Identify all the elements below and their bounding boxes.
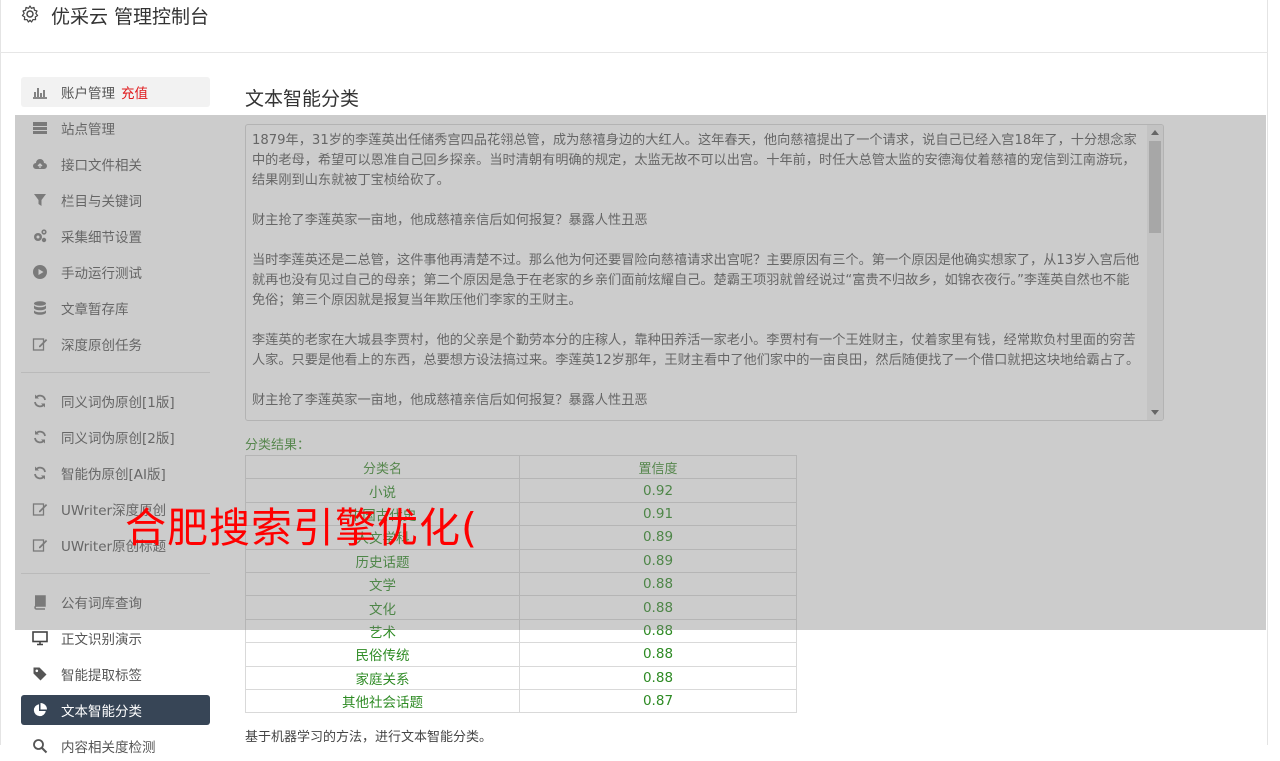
sidebar-item-public-lexicon[interactable]: 公有词库查询	[21, 587, 210, 617]
result-label: 分类结果：	[245, 438, 311, 453]
sidebar-item-collect-settings[interactable]: 采集细节设置	[21, 221, 210, 251]
confidence-cell: 0.88	[519, 642, 797, 667]
category-cell: 艺术	[245, 618, 520, 644]
table-header-row: 分类名 置信度	[245, 454, 797, 480]
sidebar-item-columns-keywords[interactable]: 栏目与关键词	[21, 185, 210, 215]
confidence-cell: 0.89	[519, 548, 797, 573]
sidebar-item-sites[interactable]: 站点管理	[21, 113, 210, 143]
refresh-icon	[31, 428, 49, 446]
sidebar-item-relevance-check[interactable]: 内容相关度检测	[21, 731, 210, 761]
category-cell: 民俗传统	[245, 642, 520, 667]
sidebar-item-label: 内容相关度检测	[61, 740, 156, 756]
sidebar-item-label: 文章暂存库	[61, 302, 129, 318]
sidebar-item-label: 栏目与关键词	[61, 194, 142, 210]
sidebar-item-synonym-v2[interactable]: 同义词伪原创[2版]	[21, 422, 210, 452]
refresh-icon	[31, 464, 49, 482]
column-header-confidence: 置信度	[519, 454, 797, 480]
sidebar-item-label: 接口文件相关	[61, 158, 142, 174]
pie-chart-icon	[31, 701, 49, 719]
table-row: 文学 0.88	[245, 571, 797, 597]
confidence-cell: 0.87	[519, 688, 797, 714]
sidebar-item-label: 文本智能分类	[61, 704, 142, 720]
text-paragraph: 当时李莲英还是二总管，这件事他再清楚不过。那么他为何还要冒险向慈禧请求出宫呢？主…	[252, 253, 1140, 308]
tag-icon	[31, 665, 49, 683]
text-content[interactable]: 1879年，31岁的李莲英出任储秀宫四品花翎总管，成为慈禧身边的大红人。这年春天…	[252, 131, 1142, 420]
confidence-cell: 0.88	[519, 571, 797, 597]
sidebar-item-label: 同义词伪原创[1版]	[61, 395, 175, 411]
search-icon	[31, 737, 49, 755]
table-row: 其他社会话题 0.87	[245, 688, 797, 714]
header: 优采云 管理控制台	[0, 0, 1268, 53]
book-icon	[31, 593, 49, 611]
sidebar-item-label: 智能伪原创[AI版]	[61, 467, 166, 483]
sidebar-item-label: 站点管理	[61, 122, 115, 138]
category-cell: 其他社会话题	[245, 688, 520, 714]
confidence-cell: 0.88	[519, 618, 797, 644]
text-paragraph: 财主抢了李莲英家一亩地，他成慈禧亲信后如何报复？暴露人性丑恶	[252, 213, 648, 228]
scroll-down-arrow-icon[interactable]	[1151, 410, 1159, 415]
sidebar-divider	[21, 573, 210, 574]
text-paragraph: 财主抢了李莲英家一亩地，他成慈禧亲信后如何报复？暴露人性丑恶	[252, 393, 648, 408]
table-row: 民俗传统 0.88	[245, 642, 797, 667]
sidebar-item-label: 智能提取标签	[61, 668, 142, 684]
watermark-text: 合肥搜索引擎优化(	[125, 504, 478, 552]
sidebar-item-synonym-v1[interactable]: 同义词伪原创[1版]	[21, 386, 210, 416]
table-row: 艺术 0.88	[245, 618, 797, 644]
sidebar-divider	[21, 372, 210, 373]
sidebar-item-text-classify[interactable]: 文本智能分类	[21, 695, 210, 725]
sidebar-item-manual-test[interactable]: 手动运行测试	[21, 257, 210, 287]
sidebar-item-label: 手动运行测试	[61, 266, 142, 282]
app-title: 优采云 管理控制台	[51, 6, 210, 28]
sidebar-item-label: 同义词伪原创[2版]	[61, 431, 175, 447]
recharge-link[interactable]: 充值	[121, 82, 148, 102]
text-paragraph: 李莲英的老家在大城县李贾村，他的父亲是个勤劳本分的庄稼人，靠种田养活一家老小。李…	[252, 333, 1140, 368]
sidebar-item-label: 采集细节设置	[61, 230, 142, 246]
scroll-thumb[interactable]	[1149, 141, 1161, 233]
category-cell: 文学	[245, 571, 520, 597]
sidebar-item-deep-original[interactable]: 深度原创任务	[21, 329, 210, 359]
cloud-upload-icon	[31, 155, 49, 173]
edit-icon	[31, 335, 49, 353]
text-input-area[interactable]: 1879年，31岁的李莲英出任储秀宫四品花翎总管，成为慈禧身边的大红人。这年春天…	[245, 124, 1164, 421]
sidebar-item-article-store[interactable]: 文章暂存库	[21, 293, 210, 323]
category-cell: 文化	[245, 595, 520, 620]
gears-icon	[31, 227, 49, 245]
sidebar-item-smart-tags[interactable]: 智能提取标签	[21, 659, 210, 689]
monitor-icon	[31, 629, 49, 647]
play-circle-icon	[31, 263, 49, 281]
sidebar-item-account[interactable]: 账户管理 充值	[21, 77, 210, 107]
refresh-icon	[31, 392, 49, 410]
textarea-scrollbar[interactable]	[1147, 125, 1163, 420]
sidebar-item-label: 公有词库查询	[61, 596, 142, 612]
confidence-cell: 0.91	[519, 501, 797, 527]
sidebar-item-content-extract[interactable]: 正文识别演示	[21, 623, 210, 653]
edit-icon	[31, 500, 49, 518]
text-paragraph: 1879年，31岁的李莲英出任储秀宫四品花翎总管，成为慈禧身边的大红人。这年春天…	[252, 133, 1137, 188]
confidence-cell: 0.92	[519, 478, 797, 503]
sidebar-item-label: 账户管理	[61, 86, 115, 102]
database-icon	[31, 299, 49, 317]
gear-icon[interactable]	[20, 4, 40, 24]
filter-icon	[31, 191, 49, 209]
confidence-cell: 0.88	[519, 595, 797, 620]
confidence-cell: 0.89	[519, 525, 797, 550]
page-title: 文本智能分类	[245, 88, 360, 110]
sidebar-item-api-files[interactable]: 接口文件相关	[21, 149, 210, 179]
column-header-category: 分类名	[245, 454, 520, 480]
scroll-up-arrow-icon[interactable]	[1151, 130, 1159, 135]
footer-note: 基于机器学习的方法，进行文本智能分类。	[245, 730, 493, 745]
sidebar-item-label: 正文识别演示	[61, 632, 142, 648]
bar-chart-icon	[31, 83, 49, 101]
table-row: 文化 0.88	[245, 595, 797, 620]
table-row: 家庭关系 0.88	[245, 665, 797, 690]
sidebar-item-label: 深度原创任务	[61, 338, 142, 354]
confidence-cell: 0.88	[519, 665, 797, 690]
category-cell: 家庭关系	[245, 665, 520, 690]
edit-icon	[31, 536, 49, 554]
server-icon	[31, 119, 49, 137]
sidebar-item-ai-rewrite[interactable]: 智能伪原创[AI版]	[21, 458, 210, 488]
